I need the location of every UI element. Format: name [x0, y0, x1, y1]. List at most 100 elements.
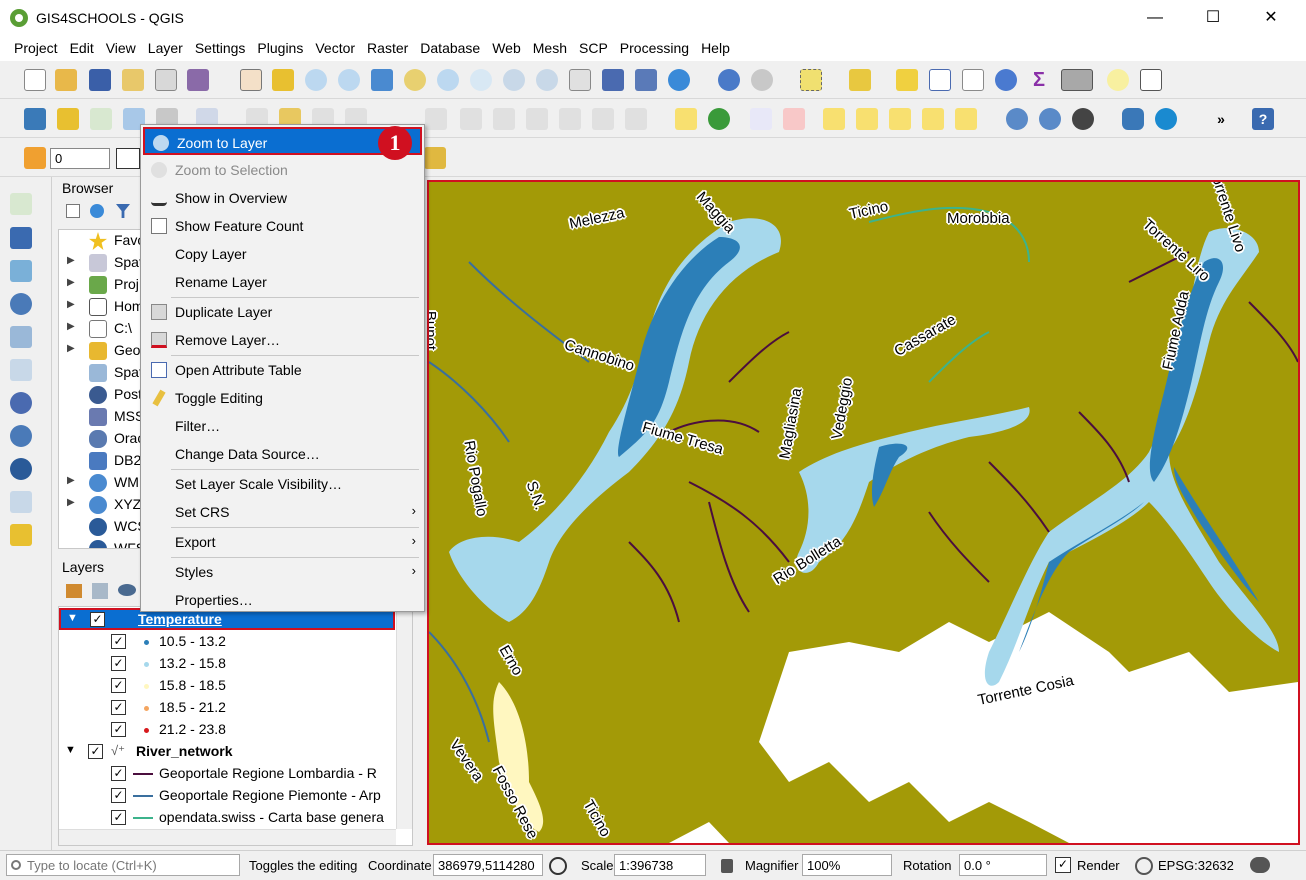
browser-item-wcs[interactable]: WCS	[59, 516, 142, 538]
cut-icon[interactable]	[493, 108, 515, 130]
menu-item-export[interactable]: Export ›	[143, 528, 422, 556]
checkbox-icon[interactable]	[151, 218, 167, 234]
help-icon[interactable]: ?	[1252, 108, 1274, 130]
menu-item-open-attribute-table[interactable]: Open Attribute Table	[143, 356, 422, 384]
redo-icon[interactable]	[625, 108, 647, 130]
legend-class-row[interactable]: ✓ 18.5 - 21.2	[111, 697, 411, 719]
scale-field[interactable]: 1:396738	[614, 854, 706, 876]
refresh-icon[interactable]	[668, 69, 690, 91]
quickmapservices-icon[interactable]	[1039, 108, 1061, 130]
new-shapefile-layer-icon[interactable]	[90, 108, 112, 130]
layer-styling-icon[interactable]	[66, 584, 82, 598]
sum-icon[interactable]: Σ	[1028, 69, 1050, 91]
menu-mesh[interactable]: Mesh	[527, 36, 573, 61]
menu-database[interactable]: Database	[414, 36, 486, 61]
maximize-button[interactable]: ☐	[1184, 0, 1242, 36]
menu-scp[interactable]: SCP	[573, 36, 614, 61]
menu-item-show-in-overview[interactable]: Show in Overview	[143, 184, 422, 212]
browser-item-project-home[interactable]: ▶ Proj	[59, 274, 142, 296]
show-hide-label-icon[interactable]	[856, 108, 878, 130]
legend-class-row[interactable]: ✓ Geoportale Regione Piemonte - Arp	[111, 785, 411, 807]
new-bookmark-icon[interactable]	[602, 69, 624, 91]
class-checkbox[interactable]: ✓	[111, 810, 126, 825]
map-tips-icon[interactable]	[1107, 69, 1129, 91]
browser-item-spatialite[interactable]: Spat	[59, 362, 142, 384]
new-map-view-icon[interactable]	[569, 69, 591, 91]
lock-scale-icon[interactable]	[721, 859, 733, 873]
menu-edit[interactable]: Edit	[64, 36, 100, 61]
collapse-arrow-icon[interactable]: ▼	[65, 744, 76, 756]
legend-class-row[interactable]: ✓ 21.2 - 23.8	[111, 719, 411, 741]
class-checkbox[interactable]: ✓	[111, 678, 126, 693]
layout-manager-icon[interactable]	[155, 69, 177, 91]
processing-toolbox-icon[interactable]	[995, 69, 1017, 91]
data-source-manager-icon[interactable]	[24, 108, 46, 130]
crs-status-button[interactable]: EPSG:32632	[1158, 858, 1234, 873]
menu-item-filter[interactable]: Filter…	[143, 412, 422, 440]
refresh-browser-icon[interactable]	[90, 204, 104, 218]
zoom-to-selection-icon[interactable]	[404, 69, 426, 91]
browser-item-home[interactable]: ▶ Hom	[59, 296, 142, 318]
add-wfs-icon[interactable]	[10, 458, 32, 480]
save-project-icon[interactable]	[89, 69, 111, 91]
toggle-extents-icon[interactable]	[549, 857, 567, 875]
style-manager-icon[interactable]	[187, 69, 209, 91]
menu-item-remove-layer[interactable]: Remove Layer…	[143, 326, 422, 354]
show-bookmarks-icon[interactable]	[635, 69, 657, 91]
statistics-icon[interactable]	[962, 69, 984, 91]
add-delimited-text-icon[interactable]	[10, 293, 32, 315]
rotation-field[interactable]: 0.0 °	[959, 854, 1047, 876]
change-label-icon[interactable]	[955, 108, 977, 130]
menu-item-set-layer-scale-visibility[interactable]: Set Layer Scale Visibility…	[143, 470, 422, 498]
identify-icon[interactable]	[718, 69, 740, 91]
metasearch-icon[interactable]	[1006, 108, 1028, 130]
add-postgis-icon[interactable]	[10, 392, 32, 414]
close-button[interactable]: ✕	[1242, 0, 1300, 36]
class-checkbox[interactable]: ✓	[111, 788, 126, 803]
menu-project[interactable]: Project	[8, 36, 64, 61]
menu-item-duplicate-layer[interactable]: Duplicate Layer	[143, 298, 422, 326]
menu-item-copy-layer[interactable]: Copy Layer	[143, 240, 422, 268]
legend-class-row[interactable]: ✓ 15.8 - 18.5	[111, 675, 411, 697]
menu-item-show-feature-count[interactable]: Show Feature Count	[143, 212, 422, 240]
add-mesh-layer-icon[interactable]	[10, 260, 32, 282]
add-wms-icon[interactable]	[10, 425, 32, 447]
browser-item-c-drive[interactable]: ▶ C:\	[59, 318, 142, 340]
rgb-spinbox[interactable]: 0	[50, 148, 110, 169]
unplaced-labels-icon[interactable]	[783, 108, 805, 130]
menu-item-set-crs[interactable]: Set CRS ›	[143, 498, 422, 526]
browser-item-postgis[interactable]: Post	[59, 384, 142, 406]
undo-icon[interactable]	[592, 108, 614, 130]
delete-selected-icon[interactable]	[460, 108, 482, 130]
add-vector-layer-icon[interactable]	[10, 193, 32, 215]
modify-attributes-icon[interactable]	[425, 108, 447, 130]
messages-icon[interactable]	[1250, 857, 1270, 873]
scp-tool-icon[interactable]	[424, 147, 446, 169]
menu-layer[interactable]: Layer	[142, 36, 189, 61]
zoom-next-icon[interactable]	[536, 69, 558, 91]
zoom-last-icon[interactable]	[503, 69, 525, 91]
coordinate-field[interactable]: 386979,5114280	[433, 854, 543, 876]
class-checkbox[interactable]: ✓	[111, 722, 126, 737]
manage-visibility-icon[interactable]	[118, 584, 136, 596]
menu-help[interactable]: Help	[695, 36, 736, 61]
zoom-full-icon[interactable]	[371, 69, 393, 91]
deselect-all-icon[interactable]	[896, 69, 918, 91]
browser-item-mssql[interactable]: MSS	[59, 406, 142, 428]
layer-row-river-network[interactable]: ▼ ✓ √⁺ River_network	[59, 741, 395, 763]
menu-raster[interactable]: Raster	[361, 36, 414, 61]
render-checkbox[interactable]: ✓	[1055, 857, 1071, 873]
menu-plugins[interactable]: Plugins	[251, 36, 309, 61]
legend-class-row[interactable]: ✓ 10.5 - 13.2	[111, 631, 411, 653]
locator-search-input[interactable]: Type to locate (Ctrl+K)	[6, 854, 240, 876]
browser-item-oracle[interactable]: Orac	[59, 428, 142, 450]
browser-item-geopackage[interactable]: ▶ Geo	[59, 340, 142, 362]
browser-item-wms[interactable]: ▶ WM	[59, 472, 142, 494]
add-geonode-icon[interactable]	[10, 524, 32, 546]
map-canvas[interactable]: Melezza Maggia Ticino Morobbia Torrente …	[427, 180, 1300, 845]
menu-view[interactable]: View	[100, 36, 142, 61]
zoom-in-icon[interactable]	[305, 69, 327, 91]
paste-icon[interactable]	[559, 108, 581, 130]
add-selected-layers-icon[interactable]	[66, 204, 80, 218]
filter-browser-icon[interactable]	[116, 204, 130, 218]
